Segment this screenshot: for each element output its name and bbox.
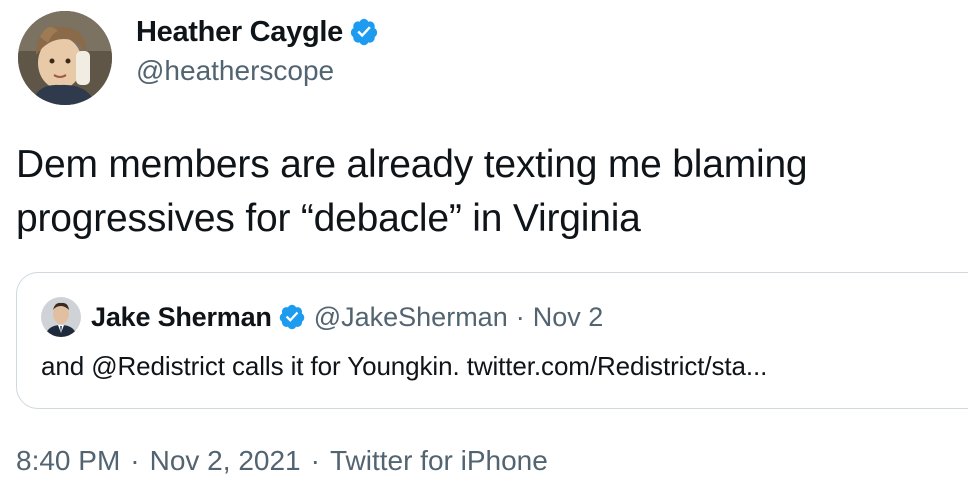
tweet-time[interactable]: 8:40 PM <box>16 445 120 477</box>
verified-badge-icon <box>349 17 379 47</box>
meta-separator: · <box>310 445 320 476</box>
tweet-author: Heather Caygle @heatherscope <box>18 10 379 106</box>
quoted-tweet-text: and @Redistrict calls it for Youngkin. t… <box>41 351 768 381</box>
quoted-author-avatar[interactable] <box>41 297 81 337</box>
author-names: Heather Caygle @heatherscope <box>136 14 379 90</box>
quoted-author-display-name[interactable]: Jake Sherman <box>91 302 272 333</box>
quoted-tweet-card[interactable]: Jake Sherman @JakeSherman · Nov 2 and @R… <box>16 272 968 409</box>
author-avatar[interactable] <box>18 11 112 105</box>
tweet-date[interactable]: Nov 2, 2021 <box>150 445 301 477</box>
quoted-tweet-header: Jake Sherman @JakeSherman · Nov 2 <box>41 297 603 337</box>
author-handle[interactable]: @heatherscope <box>136 52 379 90</box>
author-display-name[interactable]: Heather Caygle <box>136 14 343 50</box>
quoted-separator: · <box>515 301 525 332</box>
meta-separator: · <box>130 445 140 476</box>
quoted-verified-badge-icon <box>278 303 306 331</box>
tweet-source[interactable]: Twitter for iPhone <box>330 445 548 477</box>
author-name-line: Heather Caygle <box>136 14 379 50</box>
quoted-tweet-date[interactable]: Nov 2 <box>533 302 604 333</box>
tweet-text: Dem members are already texting me blami… <box>16 143 808 240</box>
tweet-metadata: 8:40 PM · Nov 2, 2021 · Twitter for iPho… <box>16 445 548 477</box>
quoted-author-handle[interactable]: @JakeSherman <box>314 302 508 333</box>
